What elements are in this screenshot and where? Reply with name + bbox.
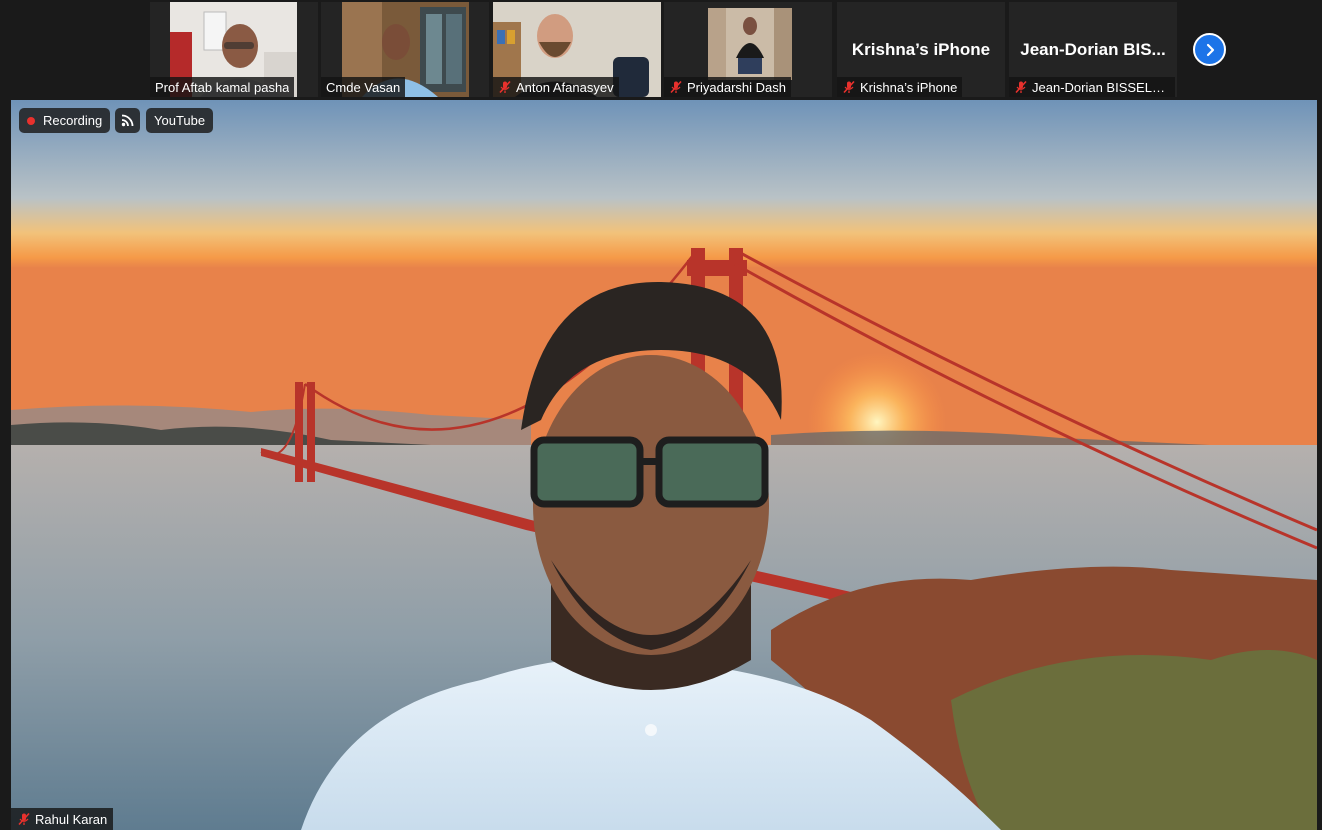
recording-indicator[interactable]: Recording — [19, 108, 111, 133]
recording-label: Recording — [43, 113, 103, 128]
participant-name: Jean-Dorian BISSELO B... — [1032, 79, 1170, 95]
live-stream-indicator[interactable] — [115, 108, 140, 133]
participant-name-bar: Priyadarshi Dash — [664, 77, 791, 97]
participant-name: Priyadarshi Dash — [687, 79, 786, 95]
participant-tile[interactable]: Krishna’s iPhone Krishna’s iPhone — [837, 2, 1005, 97]
muted-mic-icon — [843, 80, 855, 94]
chevron-right-icon — [1206, 43, 1214, 56]
participant-name: Cmde Vasan — [326, 79, 401, 95]
participant-tile[interactable]: Cmde Vasan — [321, 2, 489, 97]
participant-name-bar: Krishna’s iPhone — [837, 77, 963, 97]
participant-tile[interactable]: Priyadarshi Dash — [664, 2, 832, 97]
participant-display-name: Jean-Dorian BIS... — [1020, 40, 1166, 59]
participant-display-name: Krishna’s iPhone — [851, 40, 991, 59]
participant-video — [708, 8, 792, 80]
active-speaker-name-bar: Rahul Karan — [11, 808, 114, 830]
stream-label: YouTube — [154, 113, 206, 128]
muted-mic-icon — [670, 80, 682, 94]
participant-tile[interactable]: Prof Aftab kamal pasha — [150, 2, 318, 97]
next-page-button[interactable] — [1193, 33, 1226, 66]
virtual-background — [11, 100, 1317, 830]
participant-name-bar: Prof Aftab kamal pasha — [150, 77, 295, 97]
muted-mic-icon — [18, 812, 30, 826]
muted-mic-icon — [499, 80, 511, 94]
participant-name: Krishna’s iPhone — [860, 79, 958, 95]
active-speaker-view: Recording YouTube Rahul Karan — [11, 100, 1317, 830]
participant-tile[interactable]: Anton Afanasyev — [493, 2, 661, 97]
recording-dot-icon — [27, 116, 35, 125]
participant-name-bar: Anton Afanasyev — [493, 77, 619, 97]
participant-tile[interactable]: Jean-Dorian BIS... Jean-Dorian BISSELO B… — [1009, 2, 1177, 97]
participant-name: Prof Aftab kamal pasha — [155, 79, 290, 95]
active-speaker-name: Rahul Karan — [35, 811, 108, 827]
participant-name-bar: Jean-Dorian BISSELO B... — [1009, 77, 1175, 97]
participant-name: Anton Afanasyev — [516, 79, 614, 95]
participant-name-bar: Cmde Vasan — [321, 77, 406, 97]
muted-mic-icon — [1015, 80, 1027, 94]
participant-strip: Prof Aftab kamal pasha Cmde Vasan Anton … — [0, 0, 1322, 100]
youtube-stream-badge[interactable]: YouTube — [146, 108, 214, 133]
rss-feed-icon — [121, 114, 134, 127]
